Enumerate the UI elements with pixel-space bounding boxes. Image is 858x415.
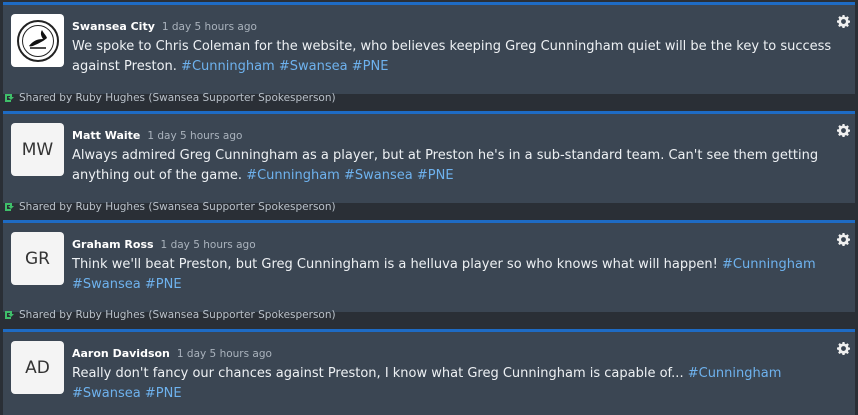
hashtag-link[interactable]: #Cunningham xyxy=(181,59,275,74)
timestamp: 1 day 5 hours ago xyxy=(161,21,257,33)
hashtag-link[interactable]: #Swansea xyxy=(72,386,141,401)
post-header: Aaron Davidson 1 day 5 hours ago xyxy=(72,342,272,360)
shared-by-text: Shared by Ruby Hughes (Swansea Supporter… xyxy=(19,92,336,104)
shared-by-text: Shared by Ruby Hughes (Swansea Supporter… xyxy=(19,309,336,321)
gear-icon[interactable] xyxy=(836,341,850,355)
gear-icon[interactable] xyxy=(836,123,850,137)
hashtag-link[interactable]: #PNE xyxy=(145,277,182,292)
retweet-icon xyxy=(3,93,15,103)
timestamp: 1 day 5 hours ago xyxy=(147,130,243,142)
hashtag-link[interactable]: #PNE xyxy=(417,168,454,183)
retweet-icon xyxy=(3,202,15,212)
post-header: Graham Ross 1 day 5 hours ago xyxy=(72,233,256,251)
author-name[interactable]: Aaron Davidson xyxy=(72,347,170,360)
hashtag-link[interactable]: #Swansea xyxy=(279,59,348,74)
timestamp: 1 day 5 hours ago xyxy=(160,239,256,251)
author-name[interactable]: Matt Waite xyxy=(72,129,140,142)
author-name[interactable]: Graham Ross xyxy=(72,238,154,251)
hashtag-link[interactable]: #Cunningham xyxy=(688,366,782,381)
hashtag-link[interactable]: #PNE xyxy=(352,59,389,74)
avatar[interactable] xyxy=(11,14,64,67)
avatar[interactable]: AD xyxy=(11,341,64,394)
message-text: Really don't fancy our chances against P… xyxy=(72,366,684,381)
post-message: We spoke to Chris Coleman for the websit… xyxy=(72,37,847,77)
post-message: Really don't fancy our chances against P… xyxy=(72,364,847,404)
hashtag-link[interactable]: #PNE xyxy=(145,386,182,401)
hashtag-link[interactable]: #Cunningham xyxy=(246,168,340,183)
shared-by-note: Shared by Ruby Hughes (Swansea Supporter… xyxy=(3,308,336,322)
post-card: GR Graham Ross 1 day 5 hours ago Think we… xyxy=(3,220,855,312)
shared-by-note: Shared by Ruby Hughes (Swansea Supporter… xyxy=(3,200,336,214)
timestamp: 1 day 5 hours ago xyxy=(176,348,272,360)
hashtag-link[interactable]: #Cunningham xyxy=(722,257,816,272)
avatar[interactable]: MW xyxy=(11,123,64,176)
post-message: Always admired Greg Cunningham as a play… xyxy=(72,146,847,186)
author-name[interactable]: Swansea City xyxy=(72,20,155,33)
gear-icon[interactable] xyxy=(836,232,850,246)
post-card: AD Aaron Davidson 1 day 5 hours ago Reall… xyxy=(3,329,855,415)
post-header: Swansea City 1 day 5 hours ago xyxy=(72,15,257,33)
post-header: Matt Waite 1 day 5 hours ago xyxy=(72,124,243,142)
avatar[interactable]: GR xyxy=(11,232,64,285)
hashtag-link[interactable]: #Swansea xyxy=(72,277,141,292)
gear-icon[interactable] xyxy=(836,14,850,28)
post-card: MW Matt Waite 1 day 5 hours ago Always ad… xyxy=(3,111,855,203)
retweet-icon xyxy=(3,310,15,320)
post-message: Think we'll beat Preston, but Greg Cunni… xyxy=(72,255,847,295)
shared-by-note: Shared by Ruby Hughes (Swansea Supporter… xyxy=(3,91,336,105)
social-feed: Swansea City 1 day 5 hours ago We spoke t… xyxy=(0,0,858,415)
shared-by-text: Shared by Ruby Hughes (Swansea Supporter… xyxy=(19,201,336,213)
post-card: Swansea City 1 day 5 hours ago We spoke t… xyxy=(3,2,855,94)
swansea-city-crest-icon xyxy=(16,19,59,62)
hashtag-link[interactable]: #Swansea xyxy=(344,168,413,183)
message-text: Think we'll beat Preston, but Greg Cunni… xyxy=(72,257,718,272)
